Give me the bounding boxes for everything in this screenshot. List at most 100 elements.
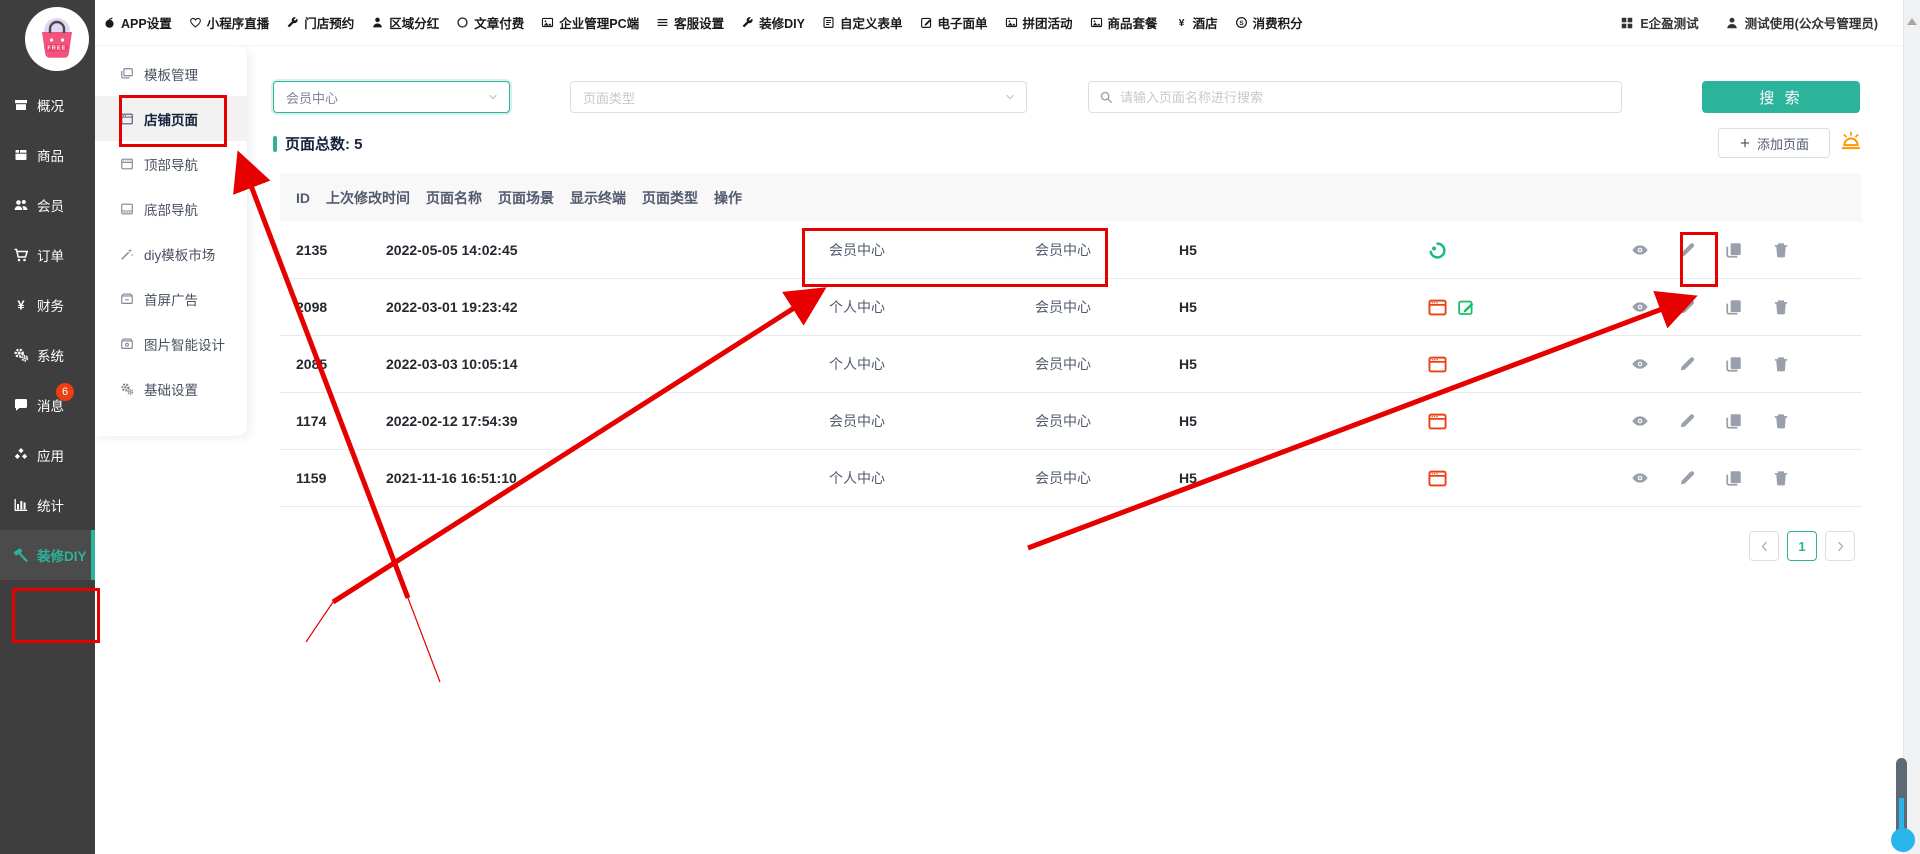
sidebar-item-4[interactable]: ¥ 财务: [0, 280, 95, 330]
sidebar-item-1[interactable]: 商品: [0, 130, 95, 180]
page-total-count: 5: [354, 136, 362, 153]
topbar-item-3[interactable]: 区域分红: [371, 13, 439, 32]
column-header-5: 页面类型: [626, 188, 698, 208]
topbar-item-8[interactable]: 自定义表单: [822, 13, 903, 32]
eye-icon[interactable]: [1631, 298, 1649, 316]
copy-icon[interactable]: [1725, 241, 1743, 259]
red-window-icon: [1428, 355, 1447, 374]
page-name-search-input[interactable]: [1120, 90, 1611, 105]
topbar-item-9[interactable]: 电子面单: [920, 13, 988, 32]
chevron-left-icon: [1758, 540, 1771, 553]
grid-icon: [1620, 16, 1634, 30]
green-edit-icon[interactable]: [1457, 298, 1476, 317]
topbar-item-12[interactable]: ¥ 酒店: [1175, 13, 1218, 32]
pencil-icon[interactable]: [1678, 355, 1696, 373]
cell-page-scene: 会员中心: [1019, 411, 1163, 431]
topbar-item-10[interactable]: 拼团活动: [1005, 13, 1073, 32]
search-button[interactable]: 搜 索: [1702, 81, 1860, 113]
scrollbar-track[interactable]: [1903, 0, 1920, 854]
submenu-item-6[interactable]: 图片智能设计: [95, 321, 247, 366]
message-count-badge: 6: [56, 383, 74, 401]
merchant-menu[interactable]: E企盈测试: [1620, 13, 1698, 32]
sidebar-item-label: 商品: [37, 145, 64, 165]
topbar-item-0[interactable]: APP设置: [103, 13, 172, 32]
submenu-item-7[interactable]: 基础设置: [95, 366, 247, 411]
pencil-icon[interactable]: [1678, 469, 1696, 487]
topbar-item-7[interactable]: 装修DIY: [741, 13, 805, 32]
submenu-item-3[interactable]: 底部导航: [95, 186, 247, 231]
copy-icon[interactable]: [1725, 469, 1743, 487]
account-name: 测试使用(公众号管理员): [1745, 13, 1878, 32]
cell-actions: [1615, 469, 1862, 487]
scrollbar-up-arrow-icon[interactable]: [1907, 18, 1917, 25]
topbar-item-5[interactable]: 企业管理PC端: [541, 13, 639, 32]
page-total-label: 页面总数:: [285, 136, 350, 153]
sidebar-item-0[interactable]: 概况: [0, 80, 95, 130]
s-circle-icon: S: [1235, 16, 1248, 29]
submenu-item-2[interactable]: 顶部导航: [95, 141, 247, 186]
topbar-item-6[interactable]: 客服设置: [656, 13, 724, 32]
gears-icon: [13, 347, 29, 363]
cell-terminal: H5: [1163, 242, 1412, 258]
topbar-item-1[interactable]: 小程序直播: [189, 13, 270, 32]
pagination-prev[interactable]: [1749, 531, 1779, 561]
sidebar-item-5[interactable]: 系统: [0, 330, 95, 380]
topbar-item-2[interactable]: 门店预约: [286, 13, 354, 32]
apple-icon: [103, 16, 116, 29]
submenu-item-5[interactable]: 首屏广告: [95, 276, 247, 321]
pagination-page-1[interactable]: 1: [1787, 531, 1817, 561]
eye-icon[interactable]: [1631, 241, 1649, 259]
eye-icon[interactable]: [1631, 469, 1649, 487]
sidebar-item-label: 订单: [37, 245, 64, 265]
cell-page-type: [1412, 355, 1615, 374]
topbar-item-13[interactable]: S 消费积分: [1235, 13, 1303, 32]
cell-page-scene: 会员中心: [1019, 240, 1163, 260]
sidebar-item-3[interactable]: 订单: [0, 230, 95, 280]
column-header-3: 页面场景: [482, 188, 554, 208]
pagination-next[interactable]: [1825, 531, 1855, 561]
cell-page-type: [1412, 412, 1615, 431]
copy-icon[interactable]: [1725, 355, 1743, 373]
pencil-icon[interactable]: [1678, 412, 1696, 430]
topbar: APP设置 小程序直播 门店预约 区域分红: [95, 0, 1903, 46]
box-image-icon: [120, 337, 134, 351]
trash-icon[interactable]: [1772, 241, 1790, 259]
sidebar-item-9[interactable]: 装修DIY: [0, 530, 95, 580]
heart-icon: [189, 16, 202, 29]
submenu-item-label: 图片智能设计: [144, 334, 225, 354]
eye-icon[interactable]: [1631, 412, 1649, 430]
trash-icon[interactable]: [1772, 355, 1790, 373]
eye-icon[interactable]: [1631, 355, 1649, 373]
page-scene-select[interactable]: 会员中心: [273, 81, 510, 113]
pencil-icon[interactable]: [1678, 298, 1696, 316]
trash-icon[interactable]: [1772, 298, 1790, 316]
submenu-item-1[interactable]: 店铺页面: [95, 96, 247, 141]
topbar-item-label: 酒店: [1193, 13, 1218, 32]
sidebar-item-label: 财务: [37, 295, 64, 315]
sidebar-item-label: 概况: [37, 95, 64, 115]
submenu-item-0[interactable]: 模板管理: [95, 51, 247, 96]
topbar-item-11[interactable]: 商品套餐: [1090, 13, 1158, 32]
trash-icon[interactable]: [1772, 469, 1790, 487]
page-type-select[interactable]: 页面类型: [570, 81, 1027, 113]
sidebar-item-6[interactable]: 消息 6: [0, 380, 95, 430]
lines-icon: [656, 16, 669, 29]
copy-icon[interactable]: [1725, 298, 1743, 316]
table-row-0: 2135 2022-05-05 14:02:45 会员中心 会员中心 H5: [280, 222, 1862, 279]
table-header: ID 上次修改时间 页面名称 页面场景 显示终端 页面类型 操作: [280, 173, 1862, 222]
sidebar-item-2[interactable]: 会员: [0, 180, 95, 230]
cell-terminal: H5: [1163, 356, 1412, 372]
add-page-button[interactable]: 添加页面: [1718, 128, 1830, 158]
scroll-thermometer-ball[interactable]: [1891, 828, 1915, 852]
sidebar-item-8[interactable]: 统计: [0, 480, 95, 530]
pencil-icon[interactable]: [1678, 241, 1696, 259]
submenu-item-4[interactable]: diy模板市场: [95, 231, 247, 276]
trash-icon[interactable]: [1772, 412, 1790, 430]
account-menu[interactable]: 测试使用(公众号管理员): [1725, 13, 1878, 32]
submenu-item-label: 顶部导航: [144, 154, 198, 174]
table-body: 2135 2022-05-05 14:02:45 会员中心 会员中心 H5 20…: [280, 222, 1862, 507]
copy-icon[interactable]: [1725, 412, 1743, 430]
sidebar-item-label: 装修DIY: [37, 545, 87, 565]
sidebar-item-7[interactable]: 应用: [0, 430, 95, 480]
topbar-item-4[interactable]: 文章付费: [456, 13, 524, 32]
